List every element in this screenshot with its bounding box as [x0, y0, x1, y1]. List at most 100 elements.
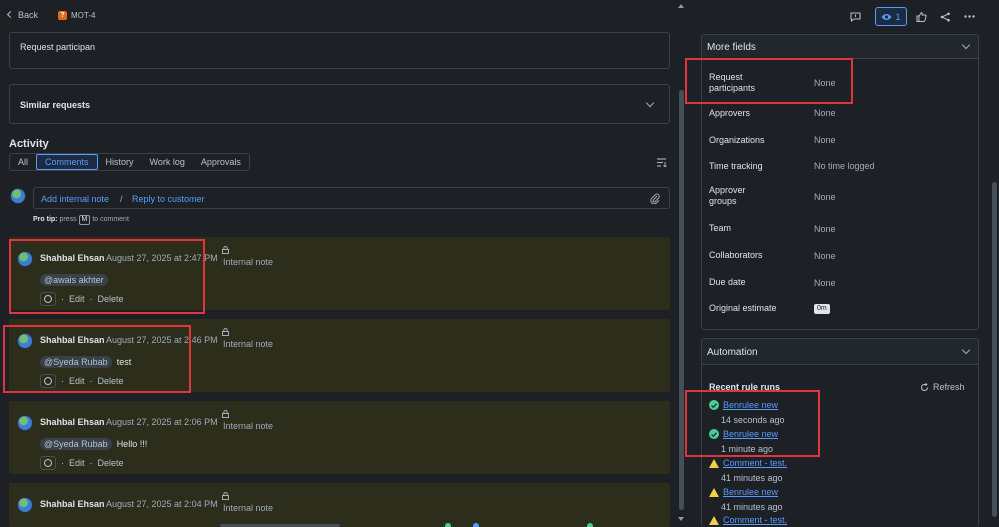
separator-dot: · — [61, 376, 64, 386]
like-button[interactable] — [910, 7, 932, 26]
comment-body: @Syeda Rubab test — [40, 356, 131, 368]
comment-author[interactable]: Shahbal Ehsan — [40, 335, 105, 345]
warning-icon — [709, 515, 719, 525]
field-value-collaborators[interactable]: None — [814, 251, 836, 261]
comment-date[interactable]: August 27, 2025 at 2:46 PM — [106, 335, 218, 345]
separator: / — [120, 194, 123, 204]
field-label-team: Team — [709, 223, 732, 233]
back-button[interactable]: Back — [6, 10, 38, 20]
internal-note-label: Internal note — [223, 339, 274, 349]
rule-link[interactable]: Comment - test. — [723, 515, 787, 525]
field-label-request-participants: Request participants — [709, 72, 756, 93]
separator-dot: · — [61, 294, 64, 304]
feedback-button[interactable] — [844, 7, 866, 26]
field-value-time-tracking[interactable]: No time logged — [814, 161, 875, 171]
edit-button[interactable]: Edit — [69, 458, 85, 468]
tab-work-log[interactable]: Work log — [142, 154, 193, 170]
avatar — [17, 333, 33, 349]
reply-to-customer-button[interactable]: Reply to customer — [132, 194, 205, 204]
field-value-request-participants[interactable]: None — [814, 78, 836, 88]
field-value-due-date[interactable]: None — [814, 278, 836, 288]
lock-icon — [222, 246, 229, 254]
share-button[interactable] — [934, 7, 956, 26]
add-reaction-button[interactable] — [40, 374, 56, 388]
refresh-label: Refresh — [933, 382, 965, 392]
tab-history[interactable]: History — [98, 154, 142, 170]
comment-author[interactable]: Shahbal Ehsan — [40, 253, 105, 263]
user-mention[interactable]: @awais akhter — [40, 274, 108, 286]
rule-run-time: 1 minute ago — [721, 444, 774, 454]
scroll-up-arrow[interactable] — [678, 4, 684, 8]
watch-button[interactable]: 1 — [875, 7, 907, 26]
edit-button[interactable]: Edit — [69, 294, 85, 304]
avatar — [17, 415, 33, 431]
main-scrollbar[interactable] — [677, 0, 686, 527]
comment-actions: · Edit · Delete — [40, 456, 124, 470]
automation-header[interactable]: Automation — [702, 339, 978, 365]
rule-link[interactable]: Benrulee new — [723, 429, 778, 439]
field-value-original-estimate[interactable]: 0m — [814, 304, 830, 314]
tab-comments[interactable]: Comments — [36, 154, 98, 170]
comment-item: Shahbal Ehsan August 27, 2025 at 2:46 PM… — [9, 319, 670, 392]
issue-type-icon: ? — [58, 11, 67, 20]
request-participants-field[interactable]: Request participan — [9, 32, 670, 69]
top-bar: Back ? MOT-4 — [0, 0, 678, 32]
delete-button[interactable]: Delete — [98, 458, 124, 468]
comment-date[interactable]: August 27, 2025 at 2:04 PM — [106, 499, 218, 509]
field-label-approvers: Approvers — [709, 108, 751, 118]
sort-icon[interactable] — [657, 158, 667, 167]
activity-heading: Activity — [9, 138, 49, 150]
field-label-collaborators: Collaborators — [709, 250, 763, 260]
edit-button[interactable]: Edit — [69, 376, 85, 386]
success-icon — [709, 429, 719, 439]
paperclip-icon[interactable] — [650, 193, 660, 204]
comment-author[interactable]: Shahbal Ehsan — [40, 499, 105, 509]
comment-editor[interactable]: Add internal note / Reply to customer — [33, 187, 670, 209]
success-icon — [709, 400, 719, 410]
avatar — [17, 251, 33, 267]
rule-link[interactable]: Benrulee new — [723, 400, 778, 410]
rule-run-time: 41 minutes ago — [721, 502, 783, 512]
comment-item: Shahbal Ehsan August 27, 2025 at 2:47 PM… — [9, 237, 670, 310]
field-value-approver-groups[interactable]: None — [814, 192, 836, 202]
internal-note-label: Internal note — [223, 257, 274, 267]
delete-button[interactable]: Delete — [98, 294, 124, 304]
issue-main-panel: Back ? MOT-4 Request participan Similar … — [0, 0, 678, 527]
scrollbar-thumb[interactable] — [679, 90, 684, 510]
scrollbar-thumb[interactable] — [992, 182, 997, 517]
user-mention[interactable]: @Syeda Rubab — [40, 356, 112, 368]
issue-key-link[interactable]: ? MOT-4 — [58, 11, 95, 20]
refresh-button[interactable]: Refresh — [920, 382, 965, 392]
scroll-down-arrow[interactable] — [678, 517, 684, 521]
rule-link[interactable]: Comment - test. — [723, 458, 787, 468]
separator-dot: · — [89, 458, 93, 468]
rule-link[interactable]: Benrulee new — [723, 487, 778, 497]
add-internal-note-button[interactable]: Add internal note — [41, 194, 109, 204]
comment-date[interactable]: August 27, 2025 at 2:47 PM — [106, 253, 218, 263]
add-reaction-button[interactable] — [40, 456, 56, 470]
tab-approvals[interactable]: Approvals — [193, 154, 249, 170]
sidebar-scrollbar[interactable] — [989, 0, 999, 527]
rule-run-item: Benrulee new — [709, 400, 778, 410]
field-value: Request participan — [20, 42, 96, 52]
comment-text: Hello !!! — [116, 439, 148, 449]
field-value-organizations[interactable]: None — [814, 135, 836, 145]
delete-button[interactable]: Delete — [98, 376, 124, 386]
comment-date[interactable]: August 27, 2025 at 2:06 PM — [106, 417, 218, 427]
tab-all[interactable]: All — [10, 154, 36, 170]
similar-requests-label: Similar requests — [20, 100, 91, 110]
avatar — [17, 497, 33, 513]
similar-requests-section[interactable]: Similar requests — [9, 84, 670, 124]
emoji-icon — [44, 295, 52, 303]
more-fields-header[interactable]: More fields — [702, 35, 978, 59]
add-reaction-button[interactable] — [40, 292, 56, 306]
comment-actions: · Edit · Delete — [40, 374, 124, 388]
comment-author[interactable]: Shahbal Ehsan — [40, 417, 105, 427]
rule-run-time: 41 minutes ago — [721, 473, 783, 483]
chevron-down-icon — [645, 98, 655, 108]
eye-icon — [881, 13, 892, 20]
field-value-team[interactable]: None — [814, 224, 836, 234]
user-mention[interactable]: @Syeda Rubab — [40, 438, 112, 450]
more-actions-button[interactable] — [958, 7, 980, 26]
field-value-approvers[interactable]: None — [814, 108, 836, 118]
